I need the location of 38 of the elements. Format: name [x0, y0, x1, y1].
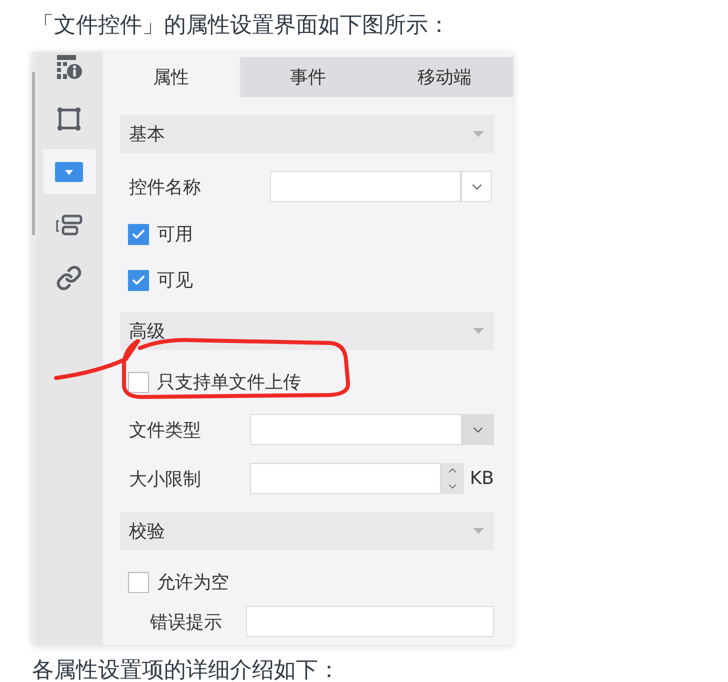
caret-icon [473, 328, 484, 334]
spin-up-button[interactable] [440, 463, 464, 478]
checkmark-icon [130, 226, 146, 242]
checkbox[interactable] [128, 270, 149, 290]
dropdown-control-icon [55, 162, 84, 182]
text-input[interactable] [246, 606, 494, 637]
sidebar-tab[interactable] [42, 149, 96, 194]
checkbox-label: 只支持单文件上传 [156, 371, 301, 394]
link-icon [56, 264, 82, 290]
field-label: 大小限制 [128, 468, 202, 490]
square-frame-icon [56, 106, 82, 132]
unit-label: KB [470, 468, 494, 489]
stacked-bars-icon [55, 214, 84, 236]
section-header[interactable]: 校验 [120, 512, 494, 550]
number-input[interactable] [250, 463, 441, 494]
checkbox[interactable] [128, 372, 149, 392]
section-header[interactable]: 高级 [120, 312, 494, 350]
checkbox[interactable] [128, 224, 149, 244]
field-label: 控件名称 [128, 176, 202, 198]
tab[interactable]: 移动端 [376, 57, 513, 97]
checkmark-icon [130, 272, 146, 288]
checkbox-label: 可见 [156, 269, 193, 292]
field-label: 文件类型 [128, 418, 202, 442]
section-header[interactable]: 基本 [120, 115, 494, 153]
dropdown-button[interactable] [462, 414, 494, 445]
intro-text: 「文件控件」的属性设置界面如下图所示： [31, 12, 450, 40]
scrollbar-thumb[interactable] [32, 72, 35, 235]
checkbox[interactable] [128, 572, 149, 592]
select-input[interactable] [250, 414, 462, 445]
tab[interactable]: 事件 [240, 57, 376, 97]
checkbox-label: 可用 [156, 223, 193, 246]
field-label: 错误提示 [150, 610, 223, 634]
caret-icon [473, 131, 484, 137]
dropdown-button[interactable] [461, 171, 492, 202]
combo-input[interactable] [270, 171, 461, 202]
checkbox-label: 允许为空 [156, 571, 229, 594]
outro-text: 各属性设置项的详细介绍如下： [31, 659, 340, 682]
caret-icon [473, 528, 484, 534]
